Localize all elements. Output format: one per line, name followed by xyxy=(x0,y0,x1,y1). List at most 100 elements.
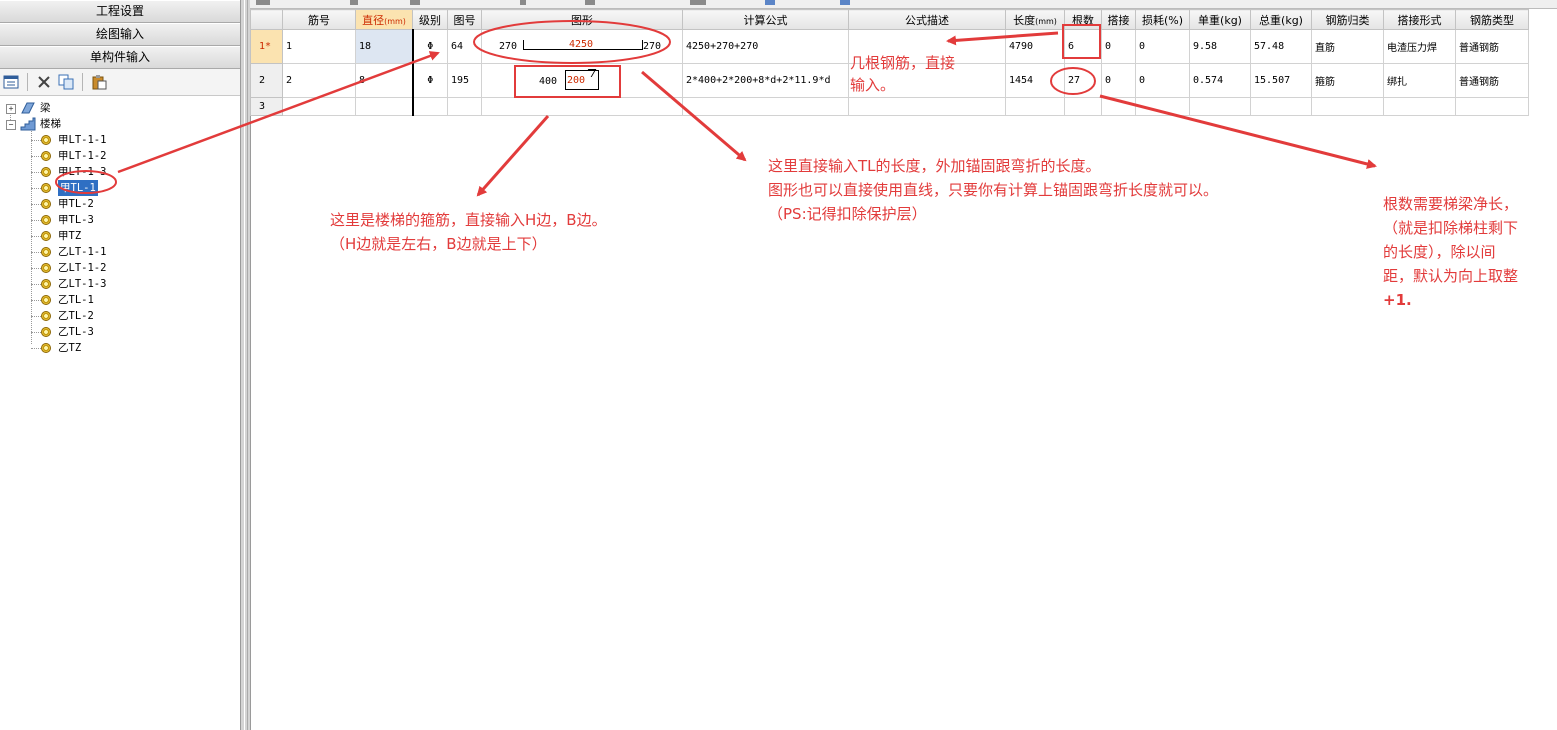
header-rebar-type[interactable]: 钢筋类型 xyxy=(1455,9,1529,30)
cell-category[interactable]: 直筋 xyxy=(1311,29,1384,64)
tree-group-beam[interactable]: + 梁 xyxy=(0,100,240,116)
cell-empty[interactable] xyxy=(447,97,482,116)
cell-figure-no[interactable]: 64 xyxy=(447,29,482,64)
header-formula-desc[interactable]: 公式描述 xyxy=(848,9,1006,30)
tree-item[interactable]: 甲TL-1 xyxy=(0,180,240,196)
nav-project-settings[interactable]: 工程设置 xyxy=(0,0,240,23)
paste-icon[interactable] xyxy=(90,73,108,91)
header-lap[interactable]: 搭接 xyxy=(1101,9,1136,30)
header-count[interactable]: 根数 xyxy=(1064,9,1102,30)
header-total-weight[interactable]: 总重(kg) xyxy=(1250,9,1312,30)
cell-empty[interactable] xyxy=(1101,97,1136,116)
cell-formula[interactable]: 2*400+2*200+8*d+2*11.9*d xyxy=(682,63,849,98)
row-header[interactable]: 2 xyxy=(250,63,283,98)
copy-icon[interactable] xyxy=(57,73,75,91)
cell-empty[interactable] xyxy=(481,97,683,116)
cell-empty[interactable] xyxy=(1311,97,1384,116)
cell-empty[interactable] xyxy=(412,97,448,116)
cell-lap-type[interactable]: 电渣压力焊 xyxy=(1383,29,1456,64)
cell-grade[interactable]: Φ xyxy=(412,29,448,64)
cell-bar-no[interactable]: 2 xyxy=(282,63,356,98)
shape-main-value[interactable]: 4250 xyxy=(569,39,593,50)
cell-length[interactable]: 1454 xyxy=(1005,63,1065,98)
cell-unit-weight[interactable]: 0.574 xyxy=(1189,63,1251,98)
splitter-grip[interactable] xyxy=(244,0,248,730)
cell-lap-type[interactable]: 绑扎 xyxy=(1383,63,1456,98)
cell-loss[interactable]: 0 xyxy=(1135,29,1190,64)
header-diameter[interactable]: 直径(mm) xyxy=(355,9,413,30)
cell-shape[interactable]: 270 4250 270 xyxy=(481,29,683,64)
cell-count[interactable]: 27 xyxy=(1064,63,1102,98)
cell-empty[interactable] xyxy=(1135,97,1190,116)
cell-grade[interactable]: Φ xyxy=(412,63,448,98)
cell-formula[interactable]: 4250+270+270 xyxy=(682,29,849,64)
tree-item[interactable]: 乙LT-1-2 xyxy=(0,260,240,276)
cell-total-weight[interactable]: 15.507 xyxy=(1250,63,1312,98)
cell-empty[interactable] xyxy=(848,97,1006,116)
tree-item[interactable]: 甲TZ xyxy=(0,228,240,244)
header-category[interactable]: 钢筋归类 xyxy=(1311,9,1384,30)
tree-item[interactable]: 甲LT-1-3 xyxy=(0,164,240,180)
delete-icon[interactable] xyxy=(35,73,53,91)
toolbar-icon[interactable] xyxy=(585,0,595,5)
header-figure-no[interactable]: 图号 xyxy=(447,9,482,30)
header-bar-no[interactable]: 筋号 xyxy=(282,9,356,30)
table-row[interactable]: 3 xyxy=(250,97,1529,116)
tree-item[interactable]: 甲TL-2 xyxy=(0,196,240,212)
cell-empty[interactable] xyxy=(1005,97,1065,116)
new-component-icon[interactable] xyxy=(2,73,20,91)
shape-right-value[interactable]: 270 xyxy=(643,41,661,52)
header-lap-type[interactable]: 搭接形式 xyxy=(1383,9,1456,30)
cell-empty[interactable] xyxy=(1383,97,1456,116)
tree-item[interactable]: 乙TL-1 xyxy=(0,292,240,308)
cell-diameter[interactable]: 18 xyxy=(355,29,414,64)
cell-empty[interactable] xyxy=(282,97,356,116)
expand-icon[interactable]: + xyxy=(6,104,16,114)
nav-single-component-input[interactable]: 单构件输入 xyxy=(0,46,240,69)
header-formula[interactable]: 计算公式 xyxy=(682,9,849,30)
cell-empty[interactable] xyxy=(1250,97,1312,116)
cell-loss[interactable]: 0 xyxy=(1135,63,1190,98)
cell-total-weight[interactable]: 57.48 xyxy=(1250,29,1312,64)
cell-lap[interactable]: 0 xyxy=(1101,29,1136,64)
header-loss[interactable]: 损耗(%) xyxy=(1135,9,1190,30)
tree-item[interactable]: 乙TL-2 xyxy=(0,308,240,324)
header-grade[interactable]: 级别 xyxy=(412,9,448,30)
cell-diameter[interactable]: 8 xyxy=(355,63,414,98)
cell-length[interactable]: 4790 xyxy=(1005,29,1065,64)
cell-count[interactable]: 6 xyxy=(1064,29,1102,64)
tree-item[interactable]: 乙TZ xyxy=(0,340,240,356)
toolbar-icon[interactable] xyxy=(690,0,706,5)
header-unit-weight[interactable]: 单重(kg) xyxy=(1189,9,1251,30)
tree-item[interactable]: 乙LT-1-3 xyxy=(0,276,240,292)
cell-empty[interactable] xyxy=(682,97,849,116)
cell-empty[interactable] xyxy=(1455,97,1529,116)
tree-item[interactable]: 甲LT-1-2 xyxy=(0,148,240,164)
cell-rebar-type[interactable]: 普通钢筋 xyxy=(1455,29,1529,64)
toolbar-icon[interactable] xyxy=(350,0,358,5)
cell-unit-weight[interactable]: 9.58 xyxy=(1189,29,1251,64)
cell-shape[interactable]: 400 200 xyxy=(481,63,683,98)
cell-bar-no[interactable]: 1 xyxy=(282,29,356,64)
cell-lap[interactable]: 0 xyxy=(1101,63,1136,98)
nav-drawing-input[interactable]: 绘图输入 xyxy=(0,23,240,46)
cell-empty[interactable] xyxy=(355,97,414,116)
row-header[interactable]: 1* xyxy=(250,29,283,64)
row-header[interactable]: 3 xyxy=(250,97,283,116)
tree-group-stairs[interactable]: − 楼梯 xyxy=(0,116,240,132)
cell-category[interactable]: 箍筋 xyxy=(1311,63,1384,98)
toolbar-icon[interactable] xyxy=(840,0,850,5)
cell-empty[interactable] xyxy=(1189,97,1251,116)
tree-item[interactable]: 甲TL-3 xyxy=(0,212,240,228)
tree-item[interactable]: 乙TL-3 xyxy=(0,324,240,340)
cell-empty[interactable] xyxy=(1064,97,1102,116)
toolbar-icon[interactable] xyxy=(256,0,270,5)
toolbar-icon[interactable] xyxy=(410,0,420,5)
header-length[interactable]: 长度(mm) xyxy=(1005,9,1065,30)
header-shape[interactable]: 图形 xyxy=(481,9,683,30)
shape-left-value[interactable]: 270 xyxy=(499,41,517,52)
cell-rebar-type[interactable]: 普通钢筋 xyxy=(1455,63,1529,98)
shape-h-value[interactable]: 400 xyxy=(539,76,557,87)
toolbar-icon[interactable] xyxy=(520,0,526,5)
collapse-icon[interactable]: − xyxy=(6,120,16,130)
